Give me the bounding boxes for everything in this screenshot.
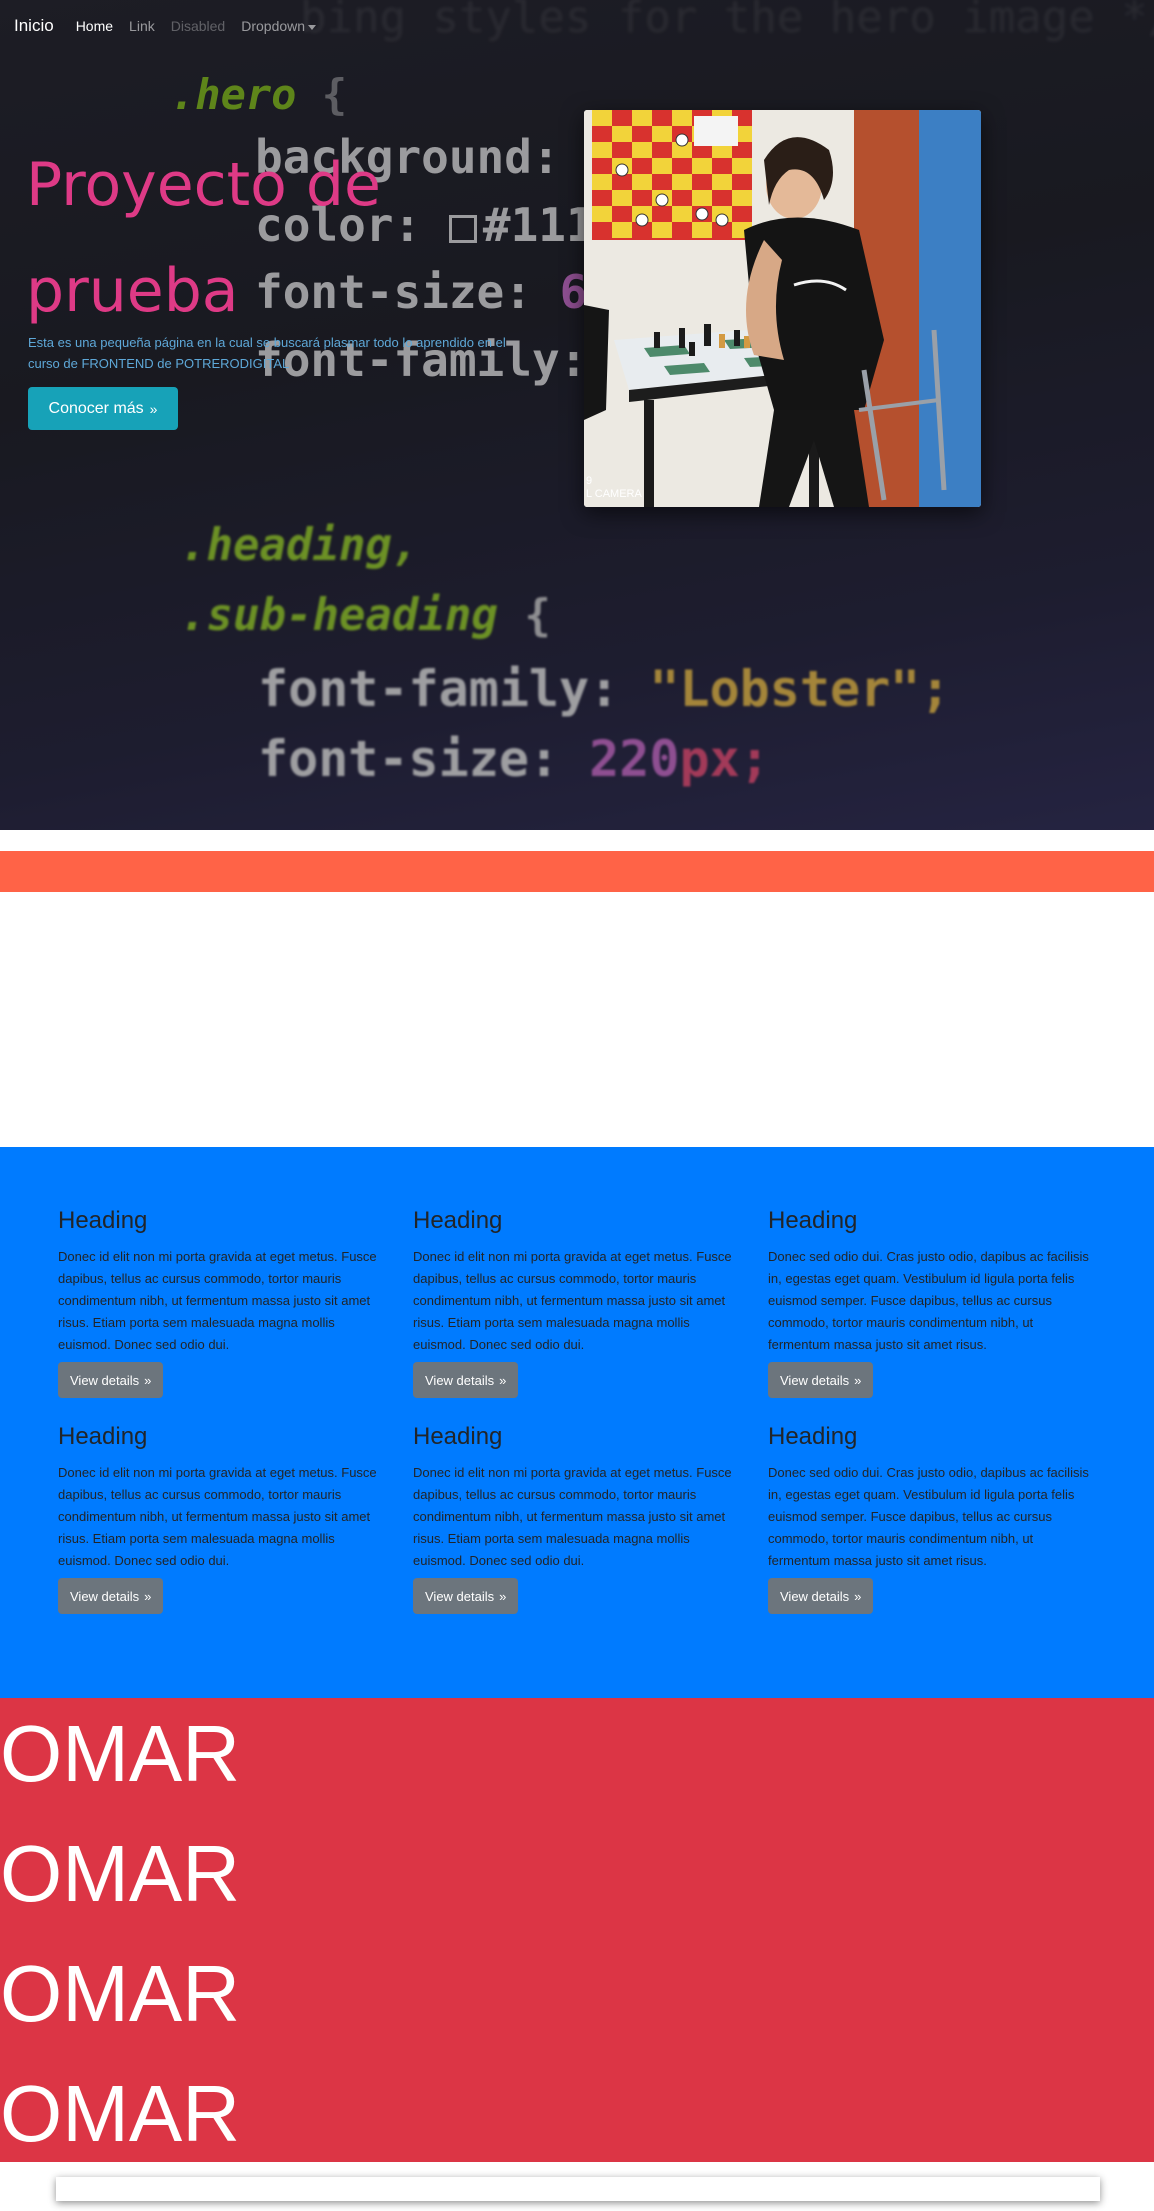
orange-band [0, 851, 1154, 892]
card-body: Donec id elit non mi porta gravida at eg… [58, 1249, 377, 1352]
card-body: Donec id elit non mi porta gravida at eg… [413, 1465, 732, 1568]
name-text: OMAR [0, 1949, 240, 2038]
double-chevron-right-icon: » [144, 1588, 152, 1604]
double-chevron-right-icon: » [144, 1372, 152, 1388]
feature-card: Heading Donec id elit non mi porta gravi… [413, 1422, 743, 1614]
name-text: OMAR [0, 1829, 240, 1918]
nav-link-home[interactable]: Home [76, 18, 113, 34]
card-heading: Heading [58, 1207, 148, 1234]
conocer-mas-label: Conocer más [48, 399, 144, 417]
view-details-label: View details [70, 1372, 140, 1388]
double-chevron-right-icon: » [149, 400, 158, 417]
caret-down-icon [308, 24, 317, 30]
view-details-label: View details [425, 1588, 495, 1604]
feature-card: Heading Donec sed odio dui. Cras justo o… [768, 1206, 1098, 1398]
view-details-label: View details [425, 1372, 495, 1388]
hero-photo: 9 L CAMERA [584, 110, 981, 507]
footer-bar [56, 2177, 1100, 2201]
double-chevron-right-icon: » [499, 1372, 507, 1388]
feature-card: Heading Donec sed odio dui. Cras justo o… [768, 1422, 1098, 1614]
view-details-button[interactable]: View details» [768, 1362, 874, 1398]
double-chevron-right-icon: » [499, 1588, 507, 1604]
card-body: Donec id elit non mi porta gravida at eg… [58, 1465, 377, 1568]
card-body: Donec id elit non mi porta gravida at eg… [413, 1249, 732, 1352]
double-chevron-right-icon: » [854, 1588, 862, 1604]
navbar-brand[interactable]: Inicio [14, 16, 54, 36]
card-body: Donec sed odio dui. Cras justo odio, dap… [768, 1249, 1089, 1352]
view-details-button[interactable]: View details» [58, 1578, 164, 1614]
conocer-mas-button[interactable]: Conocer más » [28, 387, 178, 430]
card-heading: Heading [768, 1423, 858, 1450]
view-details-button[interactable]: View details» [413, 1578, 519, 1614]
card-heading: Heading [413, 1207, 503, 1234]
feature-card: Heading Donec id elit non mi porta gravi… [58, 1422, 388, 1614]
nav-dropdown-toggle[interactable]: Dropdown [241, 18, 317, 34]
photo-caption-line-1: 9 [586, 475, 592, 487]
nav-link-disabled: Disabled [170, 18, 226, 34]
features-section: Heading Donec id elit non mi porta gravi… [0, 1147, 1154, 1698]
feature-card: Heading Donec id elit non mi porta gravi… [413, 1206, 743, 1398]
hero-title-line-2: prueba [26, 256, 239, 326]
card-heading: Heading [768, 1207, 858, 1234]
nav-link-link[interactable]: Link [129, 18, 155, 34]
feature-card: Heading Donec id elit non mi porta gravi… [58, 1206, 388, 1398]
double-chevron-right-icon: » [854, 1372, 862, 1388]
name-text: OMAR [0, 2069, 240, 2158]
hero-lead-line-2: curso de FRONTEND de POTRERODIGITAL [28, 356, 290, 371]
nav-dropdown-label: Dropdown [241, 18, 306, 34]
photo-caption-line-2: L CAMERA [586, 488, 642, 500]
hero-lead-line-1: Esta es una pequeña página en la cual se… [28, 335, 506, 350]
view-details-button[interactable]: View details» [413, 1362, 519, 1398]
card-heading: Heading [413, 1423, 503, 1450]
name-text: OMAR [0, 1709, 240, 1798]
hero-title-line-1: Proyecto de [26, 150, 381, 220]
view-details-button[interactable]: View details» [58, 1362, 164, 1398]
hero-section: bing styles for the hero image */ .hero … [0, 0, 1154, 830]
view-details-label: View details [780, 1372, 850, 1388]
hero-lead: Esta es una pequeña página en la cual se… [28, 332, 548, 374]
view-details-label: View details [70, 1588, 140, 1604]
hero-title: Proyecto de prueba [26, 132, 446, 344]
view-details-button[interactable]: View details» [768, 1578, 874, 1614]
view-details-label: View details [780, 1588, 850, 1604]
navbar: Inicio Home Link Disabled Dropdown [0, 0, 1154, 52]
card-body: Donec sed odio dui. Cras justo odio, dap… [768, 1465, 1089, 1568]
chess-player-photo: 9 L CAMERA [584, 110, 981, 507]
name-section: OMAR OMAR OMAR OMAR [0, 1698, 1154, 2162]
card-heading: Heading [58, 1423, 148, 1450]
